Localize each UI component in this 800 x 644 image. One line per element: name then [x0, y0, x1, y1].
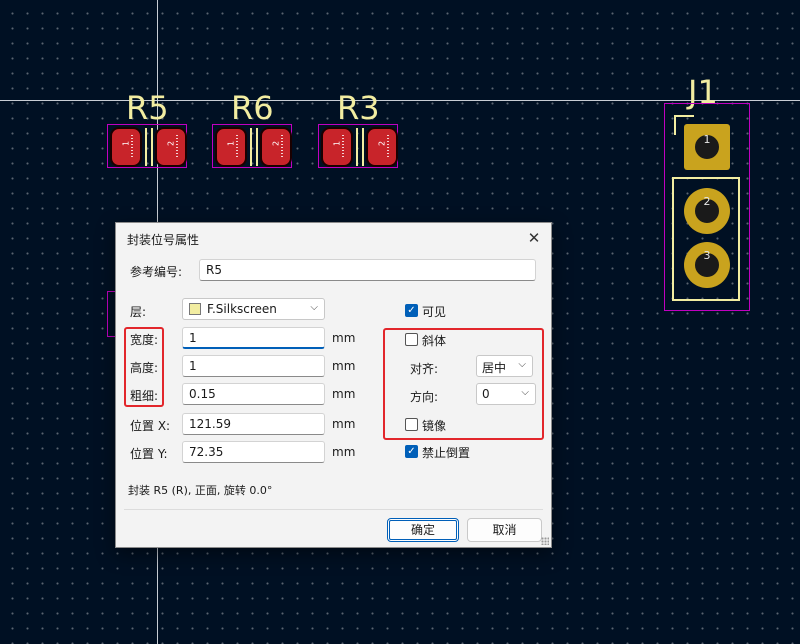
ok-button[interactable]: 确定 — [387, 518, 459, 542]
ref-label-r6[interactable]: R6 — [231, 92, 274, 124]
pos-x-input[interactable]: 121.59 — [182, 413, 325, 435]
ref-label-r3[interactable]: R3 — [337, 92, 380, 124]
pad-r6-2[interactable]: 2 — [260, 127, 292, 167]
pin-number: 2 — [703, 195, 711, 208]
dialog-titlebar[interactable]: 封装位号属性 ✕ — [116, 223, 551, 253]
close-icon[interactable]: ✕ — [523, 227, 545, 249]
pad-marker — [281, 135, 283, 159]
keep-upright-checkbox[interactable]: ✓ — [405, 445, 418, 458]
chevron-down-icon: ⌵ — [310, 302, 318, 313]
silk-line — [674, 115, 694, 117]
visible-label: 可见 — [422, 305, 447, 319]
width-input[interactable]: 1 — [182, 327, 325, 349]
silk-line — [151, 128, 153, 166]
pad-r3-1[interactable]: 1 — [321, 127, 353, 167]
silk-line — [145, 128, 147, 166]
pad-marker — [387, 135, 389, 159]
pad-number: 2 — [166, 140, 176, 147]
ref-label-r5[interactable]: R5 — [126, 92, 169, 124]
layer-label: 层: — [130, 305, 147, 319]
pad-marker — [236, 135, 238, 159]
silk-line — [356, 128, 358, 166]
pos-y-label: 位置 Y: — [130, 447, 168, 461]
silk-line — [250, 128, 252, 166]
pad-r3-2[interactable]: 2 — [366, 127, 398, 167]
pin-number: 3 — [703, 249, 711, 262]
highlight-box-size-labels — [124, 327, 164, 407]
silk-line — [256, 128, 258, 166]
dialog-title: 封装位号属性 — [127, 233, 200, 247]
layer-select[interactable]: F.Silkscreen ⌵ — [182, 298, 325, 320]
text-properties-dialog: 封装位号属性 ✕ 参考编号: R5 层: F.Silkscreen ⌵ ✓ 可见… — [115, 222, 552, 548]
pad-r5-1[interactable]: 1 — [110, 127, 142, 167]
footprint-info: 封装 R5 (R), 正面, 旋转 0.0° — [128, 484, 273, 497]
thickness-input[interactable]: 0.15 — [182, 383, 325, 405]
layer-color-swatch — [189, 303, 201, 315]
keep-upright-label: 禁止倒置 — [422, 446, 471, 460]
pos-x-label: 位置 X: — [130, 419, 171, 433]
pos-y-unit: mm — [332, 445, 356, 459]
silk-line — [674, 115, 676, 135]
height-input[interactable]: 1 — [182, 355, 325, 377]
pad-number: 1 — [332, 140, 342, 147]
visible-checkbox[interactable]: ✓ — [405, 304, 418, 317]
layer-select-value: F.Silkscreen — [207, 302, 277, 316]
reference-input[interactable]: R5 — [199, 259, 536, 281]
silk-line — [362, 128, 364, 166]
width-unit: mm — [332, 331, 356, 345]
thickness-unit: mm — [332, 387, 356, 401]
separator — [124, 509, 543, 510]
resize-grip[interactable] — [541, 537, 549, 545]
pad-number: 2 — [377, 140, 387, 147]
pos-y-input[interactable]: 72.35 — [182, 441, 325, 463]
pad-r6-1[interactable]: 1 — [215, 127, 247, 167]
pad-marker — [176, 135, 178, 159]
pad-r5-2[interactable]: 2 — [155, 127, 187, 167]
pad-marker — [342, 135, 344, 159]
highlight-box-style-options — [383, 328, 544, 440]
pos-x-unit: mm — [332, 417, 356, 431]
height-unit: mm — [332, 359, 356, 373]
pad-number: 2 — [271, 140, 281, 147]
pad-marker — [131, 135, 133, 159]
pad-number: 1 — [121, 140, 131, 147]
pad-number: 1 — [226, 140, 236, 147]
crosshair-horizontal — [0, 100, 800, 101]
pin-number: 1 — [703, 133, 711, 146]
reference-label: 参考编号: — [130, 265, 183, 279]
cancel-button[interactable]: 取消 — [467, 518, 542, 542]
